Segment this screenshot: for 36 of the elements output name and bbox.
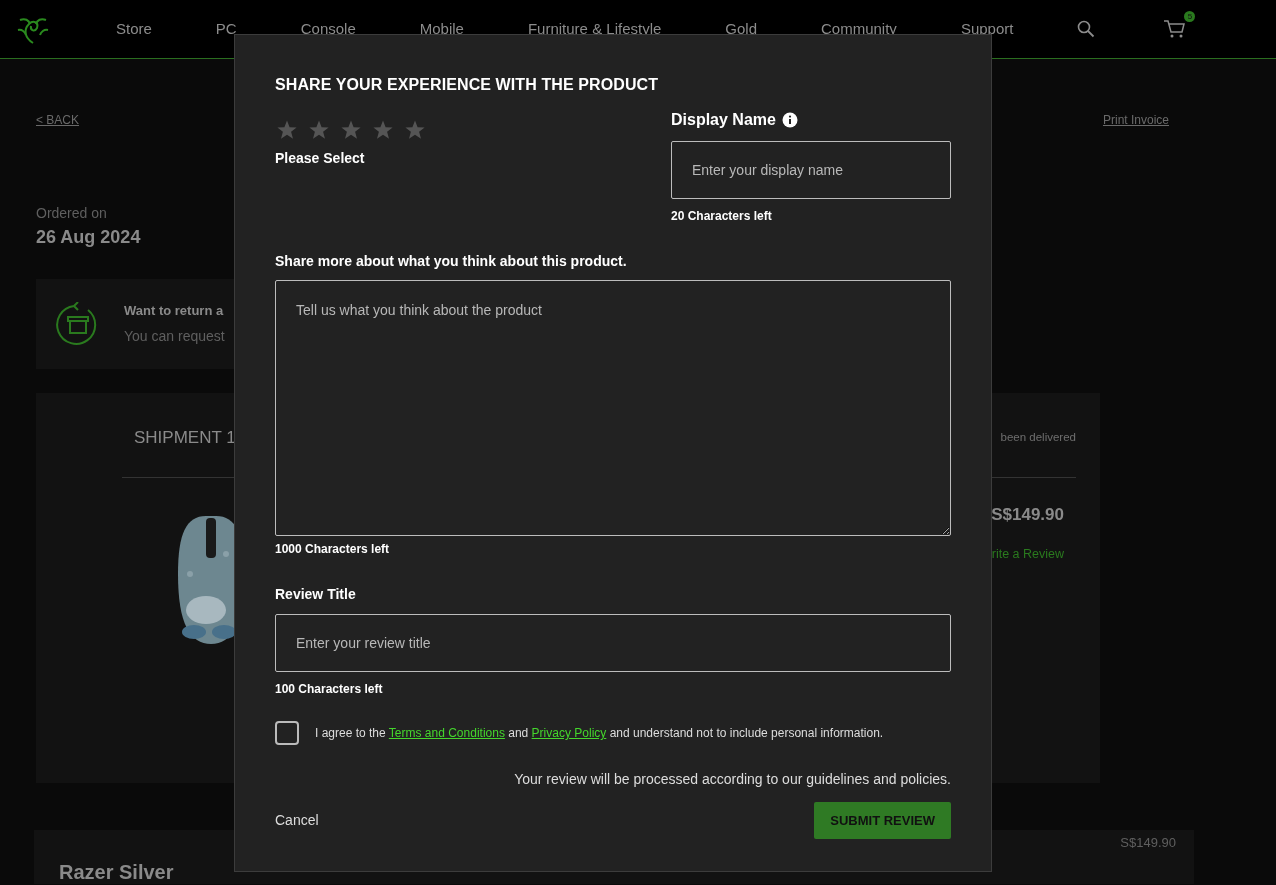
return-title: Want to return a bbox=[124, 301, 224, 320]
nav-link[interactable]: PC bbox=[215, 17, 237, 41]
checkbox[interactable] bbox=[275, 721, 299, 746]
return-text: You can request bbox=[124, 327, 225, 347]
field-label: Review Title bbox=[275, 585, 356, 605]
nav-link[interactable]: Store bbox=[116, 17, 152, 41]
review-text-area[interactable]: Tell us what you think about the product bbox=[275, 280, 951, 537]
cart-count-badge: 5 bbox=[1184, 11, 1196, 22]
back-link[interactable]: < BACK bbox=[36, 111, 80, 129]
cart-icon[interactable] bbox=[1163, 19, 1188, 39]
field-label: Share more about what you think about this product. bbox=[275, 252, 627, 272]
character-counter: 20 Characters left bbox=[671, 208, 773, 226]
submit-review-button[interactable]: SUBMIT REVIEW bbox=[814, 802, 951, 840]
section-title: Razer Silver bbox=[59, 860, 174, 885]
input-field[interactable]: Enter your display name bbox=[671, 141, 951, 200]
cancel-button[interactable]: Cancel bbox=[275, 810, 319, 832]
policy-notice: Your review will be processed according to our guidelines and policies. bbox=[514, 771, 951, 788]
agreement-text: I agree to the Terms and Conditions and Privacy Policy and understand not to include personal information. bbox=[315, 725, 884, 743]
print-invoice-link[interactable]: Print Invoice bbox=[1102, 111, 1169, 129]
section-price: S$149.90 bbox=[1120, 834, 1176, 852]
agreement-link[interactable]: Terms and Conditions bbox=[388, 726, 505, 741]
order-date: 26 Aug 2024 bbox=[36, 226, 141, 249]
rating-hint: Please Select bbox=[275, 149, 366, 169]
character-counter: 1000 Characters left bbox=[275, 541, 391, 559]
search-icon[interactable] bbox=[1077, 20, 1096, 38]
item-price: S$149.90 bbox=[991, 503, 1064, 526]
character-counter: 100 Characters left bbox=[275, 681, 384, 699]
info-icon[interactable] bbox=[781, 112, 798, 129]
input-field[interactable]: Enter your review title bbox=[275, 614, 951, 673]
delivery-status: been delivered bbox=[1000, 430, 1076, 446]
dialog-title: SHARE YOUR EXPERIENCE WITH THE PRODUCT bbox=[275, 75, 660, 95]
agreement-link[interactable]: Privacy Policy bbox=[531, 726, 607, 741]
write-review-link[interactable]: rite a Review bbox=[991, 545, 1064, 564]
shipment-title: SHIPMENT 1 bbox=[134, 427, 236, 449]
field-label: Display Name bbox=[671, 110, 776, 131]
ordered-label: Ordered on bbox=[36, 204, 107, 223]
